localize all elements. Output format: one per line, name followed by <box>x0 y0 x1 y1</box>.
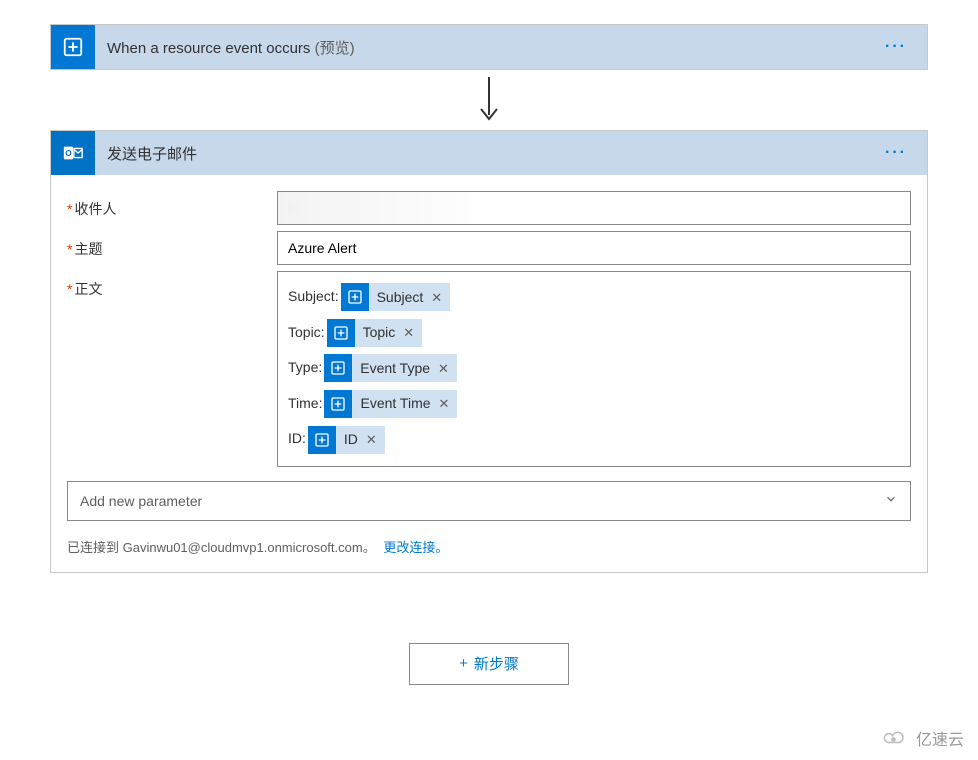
action-header[interactable]: O 发送电子邮件 ··· <box>51 131 927 175</box>
dynamic-token[interactable]: Topic✕ <box>327 319 423 347</box>
token-text: Event Time <box>360 387 430 421</box>
connected-account: Gavinwu01@cloudmvp1.onmicrosoft.com <box>123 540 363 555</box>
token-remove-icon[interactable]: ✕ <box>439 388 450 419</box>
trigger-more-button[interactable]: ··· <box>877 38 915 56</box>
action-card: O 发送电子邮件 ··· *收件人 *主题 <box>50 130 928 573</box>
token-remove-icon[interactable]: ✕ <box>403 317 414 348</box>
eventgrid-icon <box>324 354 352 382</box>
connection-info: 已连接到 Gavinwu01@cloudmvp1.onmicrosoft.com… <box>67 537 911 556</box>
body-line-label: Topic: <box>288 324 325 340</box>
trigger-card[interactable]: When a resource event occurs (预览) ··· <box>50 24 928 70</box>
eventgrid-icon <box>51 25 95 69</box>
new-step-button[interactable]: + 新步骤 <box>409 643 569 685</box>
token-text: ID <box>344 423 358 457</box>
add-parameter-dropdown[interactable]: Add new parameter <box>67 481 911 521</box>
dynamic-token[interactable]: ID ✕ <box>308 426 385 454</box>
svg-text:O: O <box>65 149 72 158</box>
token-text: Topic <box>363 316 396 350</box>
action-more-button[interactable]: ··· <box>877 144 915 162</box>
body-line-label: Type: <box>288 359 322 375</box>
body-label: *正文 <box>67 271 277 299</box>
recipients-input[interactable] <box>277 191 911 225</box>
body-line-label: Time: <box>288 395 322 411</box>
chevron-down-icon <box>884 492 898 509</box>
dynamic-token[interactable]: Event Type✕ <box>324 354 457 382</box>
plus-icon: + <box>459 655 468 672</box>
eventgrid-icon <box>341 283 369 311</box>
body-line-label: Subject: <box>288 288 339 304</box>
trigger-title-text: When a resource event occurs <box>107 40 310 57</box>
action-title: 发送电子邮件 <box>95 143 877 164</box>
dynamic-token[interactable]: Subject✕ <box>341 283 451 311</box>
new-step-label: 新步骤 <box>474 653 519 674</box>
outlook-icon: O <box>51 131 95 175</box>
body-editor[interactable]: Subject:Subject✕Topic:Topic✕Type:Event T… <box>277 271 911 467</box>
trigger-title: When a resource event occurs (预览) <box>95 37 877 58</box>
token-remove-icon[interactable]: ✕ <box>438 353 449 384</box>
dynamic-token[interactable]: Event Time ✕ <box>324 390 457 418</box>
eventgrid-icon <box>308 426 336 454</box>
token-remove-icon[interactable]: ✕ <box>431 282 442 313</box>
eventgrid-icon <box>327 319 355 347</box>
body-line-label: ID: <box>288 430 306 446</box>
trigger-title-suffix: (预览) <box>315 40 355 57</box>
subject-input[interactable] <box>277 231 911 265</box>
add-parameter-label: Add new parameter <box>80 493 202 509</box>
change-connection-link[interactable]: 更改连接。 <box>383 540 448 555</box>
token-text: Subject <box>377 281 424 315</box>
connector-arrow <box>50 70 928 130</box>
eventgrid-icon <box>324 390 352 418</box>
recipients-label: *收件人 <box>67 191 277 219</box>
token-remove-icon[interactable]: ✕ <box>366 424 377 455</box>
subject-label: *主题 <box>67 231 277 259</box>
token-text: Event Type <box>360 352 430 386</box>
watermark: 亿速云 <box>880 726 964 750</box>
